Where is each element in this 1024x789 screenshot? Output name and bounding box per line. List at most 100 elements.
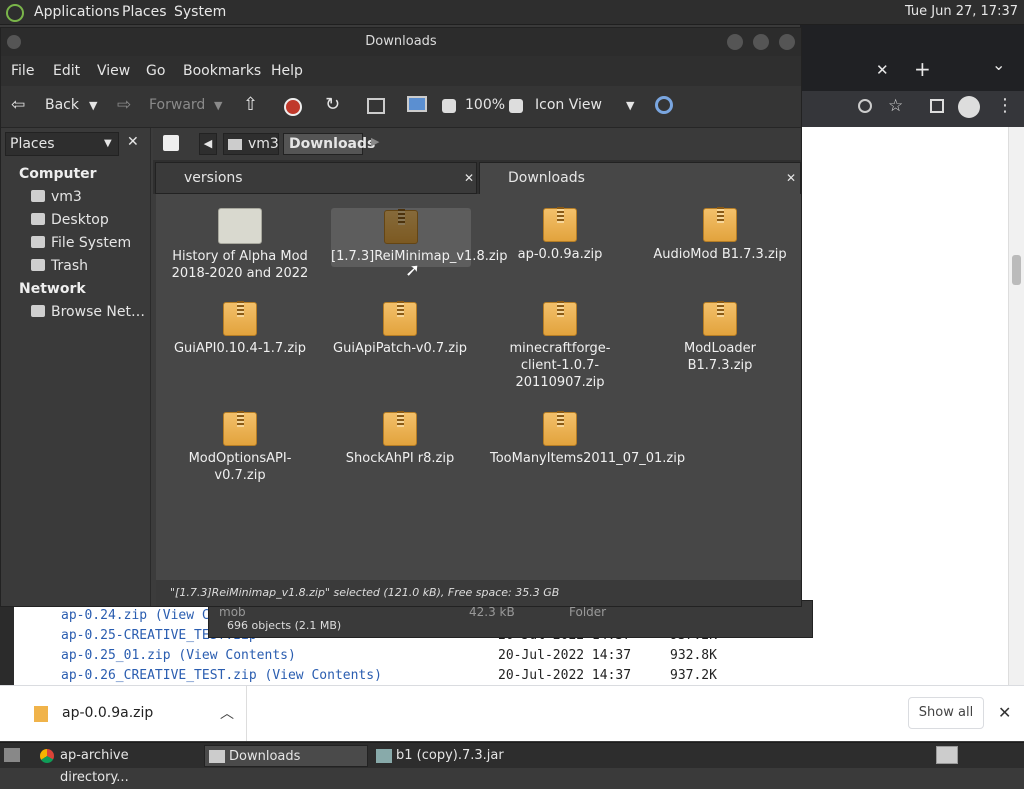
distro-logo-icon[interactable] xyxy=(6,4,24,22)
sidebar-item-trash[interactable]: Trash xyxy=(51,258,88,274)
taskbar-item-downloads[interactable]: Downloads xyxy=(204,745,368,767)
downloads-bar: ap-0.0.9a.zip ︿ Show all ✕ xyxy=(0,685,1024,741)
zip-archive-icon xyxy=(383,301,417,336)
listing-size: 932.8K xyxy=(670,648,717,663)
close-tab-button[interactable]: ✕ xyxy=(786,163,796,193)
stop-icon[interactable] xyxy=(284,98,302,116)
show-desktop-icon[interactable] xyxy=(4,748,20,762)
system-menu[interactable]: System xyxy=(174,4,226,20)
up-arrow-icon[interactable]: ⇧ xyxy=(243,94,258,115)
close-downloads-bar-button[interactable]: ✕ xyxy=(998,703,1011,722)
browser-menu-icon[interactable]: ⋮ xyxy=(996,95,1014,116)
clock[interactable]: Tue Jun 27, 17:37 xyxy=(905,4,1018,19)
tab-downloads[interactable]: Downloads ✕ xyxy=(479,162,801,194)
tab-label: versions xyxy=(184,170,243,186)
chevron-up-icon[interactable]: ︿ xyxy=(220,703,234,723)
file-item[interactable]: History of Alpha Mod 2018-2020 and 2022 xyxy=(170,208,310,282)
listing-link[interactable]: ap-0.26_CREATIVE_TEST.zip xyxy=(61,668,257,683)
taskbar-item-jar[interactable]: b1 (copy).7.3.jar xyxy=(372,745,536,767)
back-button[interactable]: Back xyxy=(45,97,79,113)
zoom-in-icon[interactable] xyxy=(509,99,523,113)
reload-icon[interactable]: ↻ xyxy=(325,94,340,115)
profile-avatar-icon[interactable] xyxy=(958,96,980,118)
listing-date: 20-Jul-2022 14:37 xyxy=(498,668,632,683)
menu-go[interactable]: Go xyxy=(146,63,165,79)
listing-row-3: ap-0.26_CREATIVE_TEST.zip (View Contents… xyxy=(61,668,382,683)
file-item[interactable]: minecraftforge-client-1.0.7-20110907.zip xyxy=(490,301,630,391)
view-contents-link[interactable]: (View Contents) xyxy=(265,668,382,683)
sidebar-selector[interactable]: Places ▼ xyxy=(5,132,119,156)
listing-date: 20-Jul-2022 14:37 xyxy=(498,648,632,663)
tab-search-button[interactable]: ⌄ xyxy=(992,55,1005,74)
file-item[interactable]: GuiAPI0.10.4-1.7.zip xyxy=(170,301,310,357)
show-all-button[interactable]: Show all xyxy=(908,697,984,729)
taskbar-item-browser[interactable]: ap-archive directory... xyxy=(36,745,200,785)
taskbar-label: Downloads xyxy=(229,749,301,764)
tab-close-button[interactable]: ✕ xyxy=(876,61,889,79)
toolbar: ⇦ Back ▼ ⇨ Forward ▼ ⇧ ↻ 100% Icon View … xyxy=(1,86,801,128)
side-panel-icon[interactable] xyxy=(930,99,944,113)
maximize-button[interactable] xyxy=(753,34,769,50)
view-contents-link[interactable]: (View Contents) xyxy=(178,648,295,663)
page-scrollbar[interactable] xyxy=(1008,127,1024,685)
file-item[interactable]: AudioMod B1.7.3.zip xyxy=(650,207,790,263)
bookmark-star-icon[interactable]: ☆ xyxy=(888,96,903,116)
share-icon[interactable] xyxy=(858,99,872,113)
back-history-dropdown-icon[interactable]: ▼ xyxy=(89,99,97,112)
file-item[interactable]: ap-0.0.9a.zip xyxy=(490,207,630,263)
zoom-out-icon[interactable] xyxy=(442,99,456,113)
menu-edit[interactable]: Edit xyxy=(53,63,80,79)
listing-link[interactable]: ap-0.25_01.zip xyxy=(61,648,171,663)
home-icon[interactable] xyxy=(367,98,385,114)
download-item-name[interactable]: ap-0.0.9a.zip xyxy=(62,705,153,721)
window-menu-icon[interactable] xyxy=(7,35,21,49)
sidebar-item-vm3[interactable]: vm3 xyxy=(51,189,82,205)
back-arrow-icon[interactable]: ⇦ xyxy=(11,95,25,115)
forward-button[interactable]: Forward xyxy=(149,97,205,113)
file-item[interactable]: ModOptionsAPI-v0.7.zip xyxy=(170,411,310,484)
view-mode-dropdown-icon[interactable]: ▼ xyxy=(626,99,634,112)
forward-arrow-icon[interactable]: ⇨ xyxy=(117,95,131,115)
scrollbar-thumb[interactable] xyxy=(1012,255,1021,285)
path-left-arrow-icon[interactable]: ◀ xyxy=(199,133,217,155)
close-window-button[interactable] xyxy=(779,34,795,50)
new-tab-button[interactable]: + xyxy=(914,57,931,81)
edit-location-icon[interactable] xyxy=(163,135,179,151)
places-menu[interactable]: Places xyxy=(122,4,167,20)
zip-archive-icon xyxy=(703,301,737,336)
menu-file[interactable]: File xyxy=(11,63,34,79)
path-segment-downloads[interactable]: Downloads xyxy=(283,133,375,155)
view-contents-link[interactable]: (View C xyxy=(155,608,210,623)
network-icon xyxy=(31,305,45,317)
menu-help[interactable]: Help xyxy=(271,63,303,79)
listing-row-2: ap-0.25_01.zip (View Contents) xyxy=(61,648,296,663)
file-item[interactable]: ShockAhPI r8.zip xyxy=(330,411,470,467)
computer-icon[interactable] xyxy=(407,96,427,112)
forward-history-dropdown-icon[interactable]: ▼ xyxy=(214,99,222,112)
file-item[interactable]: ModLoader B1.7.3.zip xyxy=(650,301,790,374)
sidebar-item-browse-network[interactable]: Browse Net… xyxy=(51,304,145,320)
listing-link[interactable]: ap-0.24.zip xyxy=(61,608,147,623)
status-bar: "[1.7.3]ReiMinimap_v1.8.zip" selected (1… xyxy=(156,580,801,606)
menu-bookmarks[interactable]: Bookmarks xyxy=(183,63,261,79)
sidebar-item-filesystem[interactable]: File System xyxy=(51,235,131,251)
file-item[interactable]: TooManyItems2011_07_01.zip xyxy=(490,411,685,467)
icon-view[interactable]: History of Alpha Mod 2018-2020 and 2022 … xyxy=(156,194,801,580)
close-sidebar-button[interactable]: ✕ xyxy=(127,134,139,150)
window-titlebar[interactable]: Downloads xyxy=(1,28,801,56)
sidebar-item-desktop[interactable]: Desktop xyxy=(51,212,109,228)
minimize-button[interactable] xyxy=(727,34,743,50)
path-segment-vm3[interactable]: vm3 xyxy=(223,133,279,155)
search-icon[interactable] xyxy=(655,96,673,114)
workspace-switcher-icon[interactable] xyxy=(936,746,958,764)
view-mode-select[interactable]: Icon View xyxy=(535,97,602,113)
menu-view[interactable]: View xyxy=(97,63,130,79)
close-tab-button[interactable]: ✕ xyxy=(464,163,474,193)
applications-menu[interactable]: Applications xyxy=(34,4,120,20)
path-right-arrow-icon[interactable]: ▶ xyxy=(371,135,379,148)
tab-versions[interactable]: versions ✕ xyxy=(155,162,477,194)
listing-row-0: ap-0.24.zip (View C xyxy=(61,608,210,623)
file-item-selected[interactable]: [1.7.3]ReiMinimap_v1.8.zip xyxy=(331,208,508,267)
file-row-name[interactable]: mob xyxy=(219,605,246,619)
file-item[interactable]: GuiApiPatch-v0.7.zip xyxy=(330,301,470,357)
